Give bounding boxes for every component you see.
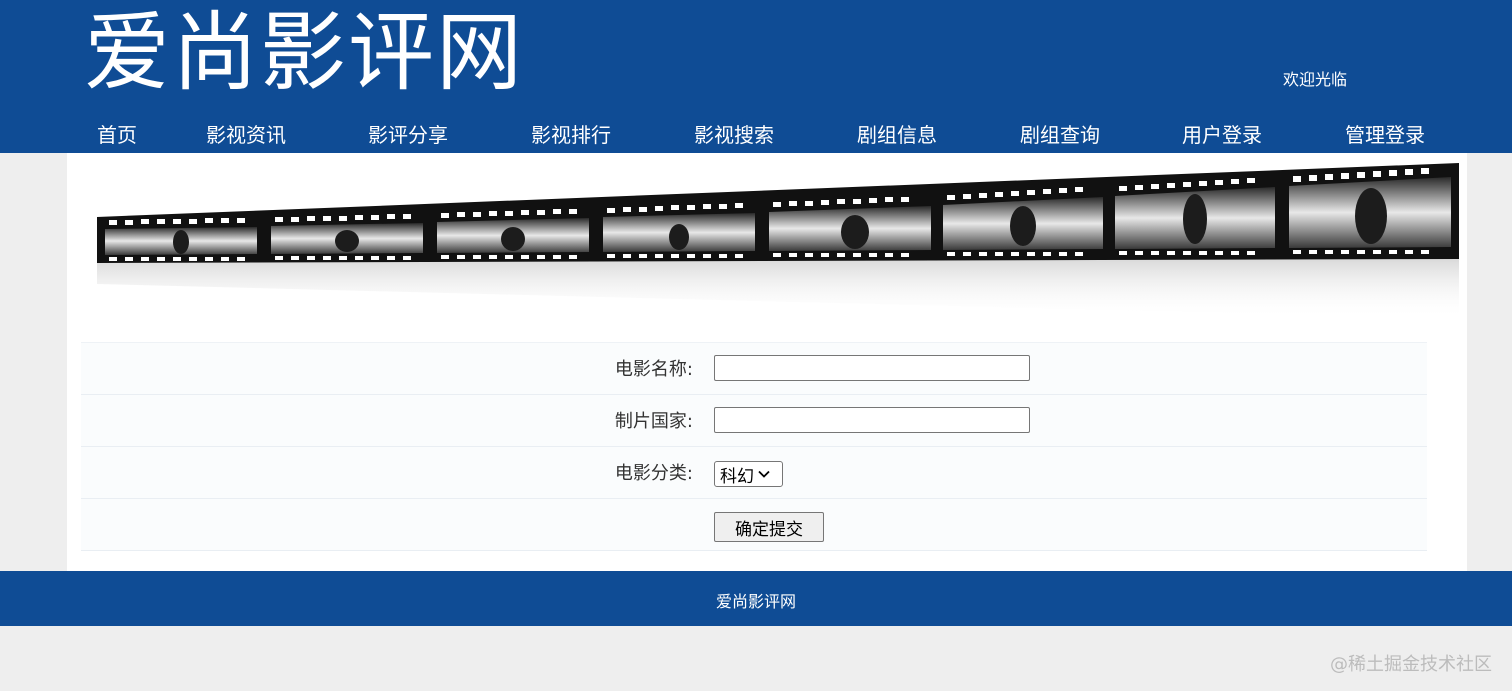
country-label: 制片国家: — [614, 411, 693, 432]
movie-name-label: 电影名称: — [614, 359, 693, 380]
movie-name-input[interactable] — [714, 355, 1030, 381]
submit-button[interactable]: 确定提交 — [714, 512, 824, 542]
nav-item-film-news[interactable]: 影视资讯 — [206, 119, 286, 148]
nav-item-home[interactable]: 首页 — [97, 119, 137, 148]
form-row-movie-name: 电影名称: — [81, 342, 1427, 395]
film-strip-banner — [97, 163, 1459, 319]
nav-item-crew-query[interactable]: 剧组查询 — [1020, 119, 1100, 148]
category-selected-value: 科幻 — [720, 466, 754, 487]
form-row-submit: 确定提交 — [81, 499, 1427, 551]
search-form: 电影名称: 制片国家: 电影分类: 科幻 确定提交 — [81, 342, 1427, 551]
country-input[interactable] — [714, 407, 1030, 433]
nav-item-ranking[interactable]: 影视排行 — [531, 119, 611, 148]
footer-text: 爱尚影评网 — [715, 592, 796, 611]
chevron-down-icon — [758, 470, 770, 478]
nav-item-user-login[interactable]: 用户登录 — [1182, 119, 1262, 148]
site-header: 爱尚影评网 欢迎光临 首页 影视资讯 影评分享 影视排行 影视搜索 剧组信息 剧… — [0, 0, 1512, 153]
welcome-text: 欢迎光临 — [1283, 70, 1348, 89]
nav-item-admin-login[interactable]: 管理登录 — [1345, 119, 1425, 148]
form-row-category: 电影分类: 科幻 — [81, 447, 1427, 499]
category-select[interactable]: 科幻 — [714, 461, 783, 487]
site-logo[interactable]: 爱尚影评网 — [84, 5, 524, 101]
form-row-country: 制片国家: — [81, 395, 1427, 447]
main-nav: 首页 影视资讯 影评分享 影视排行 影视搜索 剧组信息 剧组查询 用户登录 管理… — [0, 113, 1512, 153]
nav-item-review-share[interactable]: 影评分享 — [368, 119, 448, 148]
site-footer: 爱尚影评网 — [0, 571, 1512, 626]
nav-item-crew-info[interactable]: 剧组信息 — [857, 119, 937, 148]
nav-item-film-search[interactable]: 影视搜索 — [694, 119, 774, 148]
watermark: @稀土掘金技术社区 — [1330, 654, 1492, 675]
category-label: 电影分类: — [614, 463, 693, 484]
main-content: 电影名称: 制片国家: 电影分类: 科幻 确定提交 — [67, 153, 1467, 571]
